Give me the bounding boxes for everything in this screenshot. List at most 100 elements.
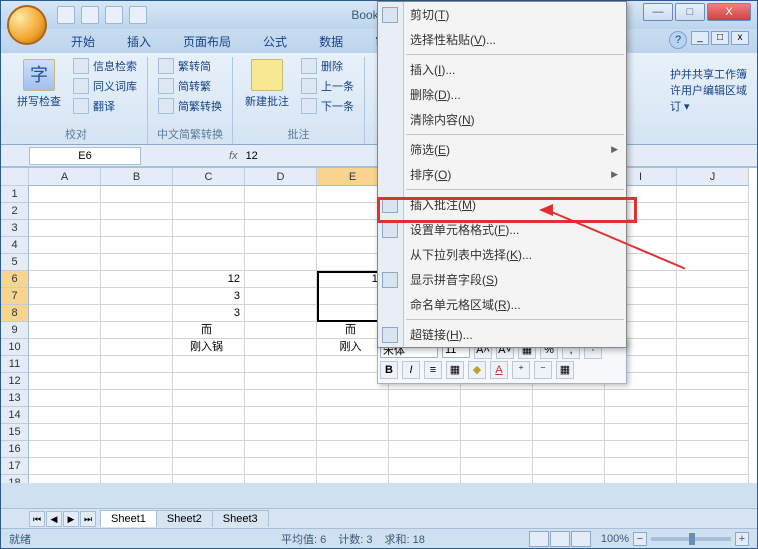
cell-B3[interactable] (101, 220, 173, 237)
tab-formulas[interactable]: 公式 (249, 30, 301, 53)
cell-B15[interactable] (101, 424, 173, 441)
cell-B18[interactable] (101, 475, 173, 483)
row-header-8[interactable]: 8 (1, 305, 29, 322)
row-header-14[interactable]: 14 (1, 407, 29, 424)
cell-D7[interactable] (245, 288, 317, 305)
row-header-1[interactable]: 1 (1, 186, 29, 203)
cell-A13[interactable] (29, 390, 101, 407)
cell-E18[interactable] (317, 475, 389, 483)
cell-G17[interactable] (461, 458, 533, 475)
cell-J8[interactable] (677, 305, 749, 322)
row-header-2[interactable]: 2 (1, 203, 29, 220)
cell-C13[interactable] (173, 390, 245, 407)
cell-C12[interactable] (173, 373, 245, 390)
cell-F14[interactable] (389, 407, 461, 424)
ctx-item[interactable]: 排序(O)▶ (378, 162, 626, 187)
cell-A6[interactable] (29, 271, 101, 288)
cell-J1[interactable] (677, 186, 749, 203)
cell-A11[interactable] (29, 356, 101, 373)
cell-D8[interactable] (245, 305, 317, 322)
inc-decimal-button[interactable]: ⁺ (512, 361, 530, 379)
ctx-item[interactable]: 从下拉列表中选择(K)... (378, 242, 626, 267)
merge-button[interactable]: ▦ (556, 361, 574, 379)
save-icon[interactable] (57, 6, 75, 24)
minimize-button[interactable]: — (643, 3, 673, 21)
row-header-9[interactable]: 9 (1, 322, 29, 339)
cell-H15[interactable] (533, 424, 605, 441)
cell-A16[interactable] (29, 441, 101, 458)
qa-more-icon[interactable] (129, 6, 147, 24)
row-header-5[interactable]: 5 (1, 254, 29, 271)
cell-A5[interactable] (29, 254, 101, 271)
cell-A14[interactable] (29, 407, 101, 424)
cell-H17[interactable] (533, 458, 605, 475)
maximize-button[interactable]: □ (675, 3, 705, 21)
col-header-D[interactable]: D (245, 168, 317, 186)
sheet-tab-2[interactable]: Sheet2 (156, 510, 213, 527)
cell-G14[interactable] (461, 407, 533, 424)
cell-B2[interactable] (101, 203, 173, 220)
cell-J17[interactable] (677, 458, 749, 475)
cell-E15[interactable] (317, 424, 389, 441)
cell-H16[interactable] (533, 441, 605, 458)
tab-home[interactable]: 开始 (57, 30, 109, 53)
cell-D5[interactable] (245, 254, 317, 271)
cell-C15[interactable] (173, 424, 245, 441)
cell-B17[interactable] (101, 458, 173, 475)
align-button[interactable]: ≡ (424, 361, 442, 379)
cell-D4[interactable] (245, 237, 317, 254)
sheet-nav-next[interactable]: ▶ (63, 511, 79, 527)
cell-C7[interactable]: 3 (173, 288, 245, 305)
border-button[interactable]: ▦ (446, 361, 464, 379)
cell-B8[interactable] (101, 305, 173, 322)
cell-F17[interactable] (389, 458, 461, 475)
cell-B14[interactable] (101, 407, 173, 424)
cell-D17[interactable] (245, 458, 317, 475)
cell-B5[interactable] (101, 254, 173, 271)
row-header-6[interactable]: 6 (1, 271, 29, 288)
fontcolor-button[interactable]: A (490, 361, 508, 379)
cell-F18[interactable] (389, 475, 461, 483)
zoom-in-button[interactable]: + (735, 532, 749, 546)
sheet-nav-last[interactable]: ⏭ (80, 511, 96, 527)
translate-button[interactable]: 翻译 (71, 97, 139, 115)
cell-A15[interactable] (29, 424, 101, 441)
cell-B7[interactable] (101, 288, 173, 305)
cell-J3[interactable] (677, 220, 749, 237)
cell-A12[interactable] (29, 373, 101, 390)
tab-data[interactable]: 数据 (305, 30, 357, 53)
ctx-item[interactable]: 命名单元格区域(R)... (378, 292, 626, 317)
convert-button[interactable]: 简繁转换 (156, 97, 224, 115)
ctx-item[interactable]: 超链接(H)... (378, 322, 626, 347)
cell-C18[interactable] (173, 475, 245, 483)
inner-close-button[interactable]: x (731, 31, 749, 45)
undo-icon[interactable] (81, 6, 99, 24)
cell-J5[interactable] (677, 254, 749, 271)
close-button[interactable]: X (707, 3, 751, 21)
col-header-J[interactable]: J (677, 168, 749, 186)
sheet-nav-prev[interactable]: ◀ (46, 511, 62, 527)
cell-J7[interactable] (677, 288, 749, 305)
cell-D18[interactable] (245, 475, 317, 483)
ctx-item[interactable]: 删除(D)... (378, 82, 626, 107)
cell-D3[interactable] (245, 220, 317, 237)
cell-H14[interactable] (533, 407, 605, 424)
cell-I18[interactable] (605, 475, 677, 483)
select-all-button[interactable] (1, 168, 29, 186)
new-comment-button[interactable]: 新建批注 (241, 57, 293, 124)
prev-comment-button[interactable]: 上一条 (299, 77, 356, 95)
help-icon[interactable]: ? (669, 31, 687, 49)
cell-D12[interactable] (245, 373, 317, 390)
research-button[interactable]: 信息检索 (71, 57, 139, 75)
cell-D9[interactable] (245, 322, 317, 339)
cell-E13[interactable] (317, 390, 389, 407)
cell-I14[interactable] (605, 407, 677, 424)
simp-to-trad-button[interactable]: 简转繁 (156, 77, 224, 95)
cell-C2[interactable] (173, 203, 245, 220)
cell-I16[interactable] (605, 441, 677, 458)
row-header-7[interactable]: 7 (1, 288, 29, 305)
cell-A2[interactable] (29, 203, 101, 220)
row-header-4[interactable]: 4 (1, 237, 29, 254)
inner-min-button[interactable]: _ (691, 31, 709, 45)
cell-C9[interactable]: 而 (173, 322, 245, 339)
